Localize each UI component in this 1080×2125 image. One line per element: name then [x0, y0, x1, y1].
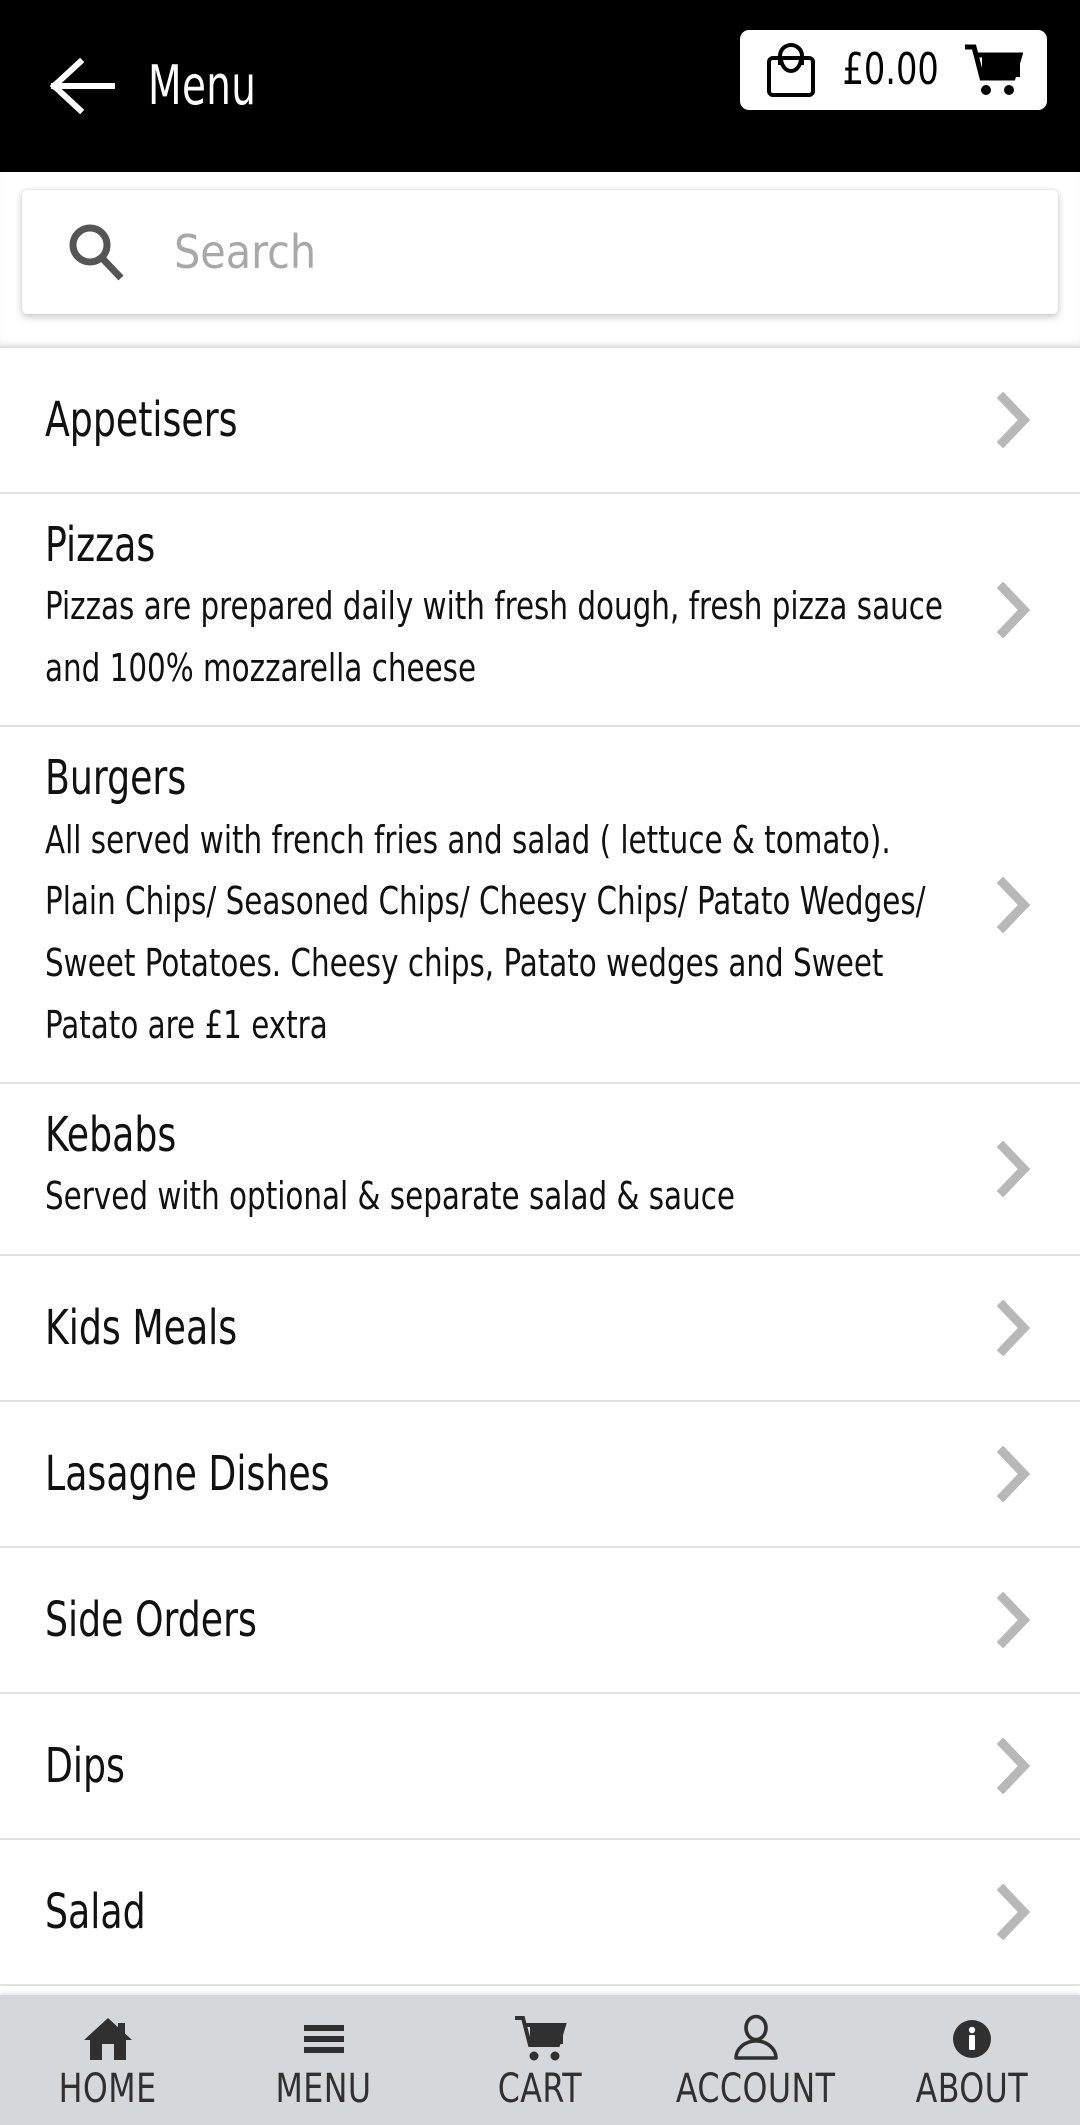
list-item[interactable]: Side Orders — [0, 1548, 1080, 1694]
chevron-right-icon — [980, 1880, 1050, 1944]
list-item-texts: Burgers All served with french fries and… — [45, 753, 980, 1056]
chevron-right-icon — [980, 873, 1050, 937]
search-section — [0, 172, 1080, 346]
list-item-texts: Side Orders — [45, 1591, 980, 1648]
category-description: Pizzas are prepared daily with fresh dou… — [45, 584, 943, 690]
list-item[interactable]: Kids Meals — [0, 1256, 1080, 1402]
chevron-right-icon — [980, 1588, 1050, 1652]
category-title: Burgers — [45, 750, 187, 807]
nav-item-account[interactable]: ACCOUNT — [648, 1995, 864, 2109]
list-item[interactable]: Lasagne Dishes — [0, 1402, 1080, 1548]
bottom-navigation-bar: HOME MENU CART ACCOUNT ABOUT — [0, 1995, 1080, 2125]
list-item[interactable]: Dips — [0, 1694, 1080, 1840]
list-item-texts: Dips — [45, 1737, 980, 1794]
category-description: Served with optional & separate salad & … — [45, 1174, 735, 1219]
nav-label: ABOUT — [915, 2066, 1029, 2112]
cart-summary-button[interactable]: £0.00 — [739, 30, 1047, 110]
info-circle-icon — [947, 2013, 997, 2065]
category-title: Appetisers — [45, 391, 238, 448]
nav-label: CART — [497, 2066, 583, 2112]
list-item[interactable]: Kebabs Served with optional & separate s… — [0, 1084, 1080, 1256]
chevron-right-icon — [980, 1734, 1050, 1798]
chevron-right-icon — [980, 1137, 1050, 1201]
nav-label: MENU — [276, 2066, 372, 2112]
shopping-cart-icon — [963, 42, 1023, 98]
nav-item-about[interactable]: ABOUT — [864, 1995, 1080, 2109]
chevron-right-icon — [980, 1296, 1050, 1360]
nav-label: HOME — [59, 2066, 157, 2112]
list-item-texts: Lasagne Dishes — [45, 1445, 980, 1502]
nav-label: ACCOUNT — [676, 2066, 836, 2112]
back-button[interactable] — [22, 26, 142, 146]
category-title: Pizzas — [45, 517, 156, 573]
page-title: Menu — [148, 54, 257, 117]
app-screen: Menu £0.00 Search Appetisers Pizzas Pizz… — [0, 0, 1080, 2125]
nav-item-menu[interactable]: MENU — [216, 1995, 432, 2109]
list-item-texts: Kids Meals — [45, 1299, 980, 1356]
hamburger-menu-icon — [298, 2013, 350, 2065]
arrow-left-icon — [46, 56, 118, 116]
category-list[interactable]: Appetisers Pizzas Pizzas are prepared da… — [0, 348, 1080, 1995]
category-title: Lasagne Dishes — [45, 1445, 330, 1502]
list-item-texts: Salad — [45, 1883, 980, 1940]
list-item[interactable]: Burgers All served with french fries and… — [0, 727, 1080, 1085]
chevron-right-icon — [980, 388, 1050, 452]
search-icon — [64, 220, 128, 284]
user-person-icon — [731, 2013, 781, 2065]
shopping-bag-icon — [764, 41, 818, 99]
home-icon — [82, 2013, 134, 2065]
category-title: Dips — [45, 1737, 125, 1794]
list-item[interactable]: Appetisers — [0, 348, 1080, 494]
cart-amount: £0.00 — [842, 44, 939, 95]
list-item-texts: Appetisers — [45, 391, 980, 448]
category-title: Salad — [45, 1883, 146, 1940]
list-item-texts: Kebabs Served with optional & separate s… — [45, 1110, 980, 1228]
category-description: All served with french fries and salad (… — [45, 817, 926, 1047]
list-item[interactable]: Salad — [0, 1840, 1080, 1986]
list-item[interactable]: Pizzas Pizzas are prepared daily with fr… — [0, 494, 1080, 728]
chevron-right-icon — [980, 1442, 1050, 1506]
nav-item-home[interactable]: HOME — [0, 1995, 216, 2109]
nav-item-cart[interactable]: CART — [432, 1995, 648, 2109]
app-header: Menu £0.00 — [0, 0, 1080, 172]
search-input[interactable] — [174, 225, 954, 279]
category-title: Kids Meals — [45, 1299, 238, 1356]
list-item-texts: Pizzas Pizzas are prepared daily with fr… — [45, 520, 980, 699]
search-bar[interactable] — [22, 190, 1058, 314]
category-title: Kebabs — [45, 1107, 177, 1164]
category-title: Side Orders — [45, 1591, 257, 1648]
shopping-cart-icon — [513, 2013, 567, 2065]
chevron-right-icon — [980, 578, 1050, 642]
